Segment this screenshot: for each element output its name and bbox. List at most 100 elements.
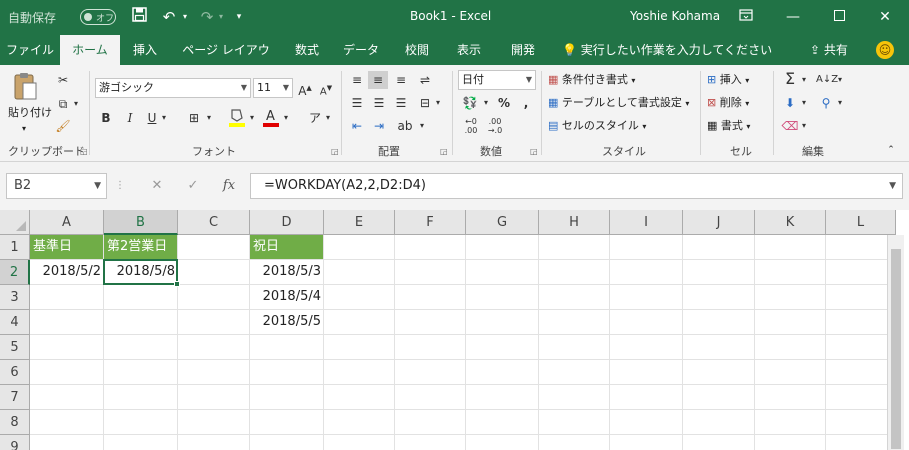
column-header-l[interactable]: L xyxy=(826,210,896,235)
cell-g9[interactable] xyxy=(466,435,539,450)
accounting-dropdown-icon[interactable]: ▾ xyxy=(482,94,490,112)
alignment-dialog-launcher-icon[interactable]: ◲ xyxy=(440,147,448,156)
confirm-entry-icon[interactable]: ✓ xyxy=(184,173,202,199)
fill-dropdown-icon[interactable]: ▾ xyxy=(800,94,808,112)
cell-b5[interactable] xyxy=(104,335,178,360)
row-header-4[interactable]: 4 xyxy=(0,310,30,335)
clipboard-dialog-launcher-icon[interactable]: ◲ xyxy=(80,147,88,156)
find-select-icon[interactable]: ⚲ xyxy=(816,94,836,112)
autosum-icon[interactable]: Σ xyxy=(780,70,800,88)
underline-icon[interactable]: U xyxy=(144,109,160,127)
cell-k5[interactable] xyxy=(755,335,826,360)
cell-a2[interactable]: 2018/5/2 xyxy=(30,260,104,285)
align-top-icon[interactable]: ≡ xyxy=(348,71,366,89)
cell-a8[interactable] xyxy=(30,410,104,435)
cell-e8[interactable] xyxy=(324,410,395,435)
cell-l2[interactable] xyxy=(826,260,896,285)
cell-f4[interactable] xyxy=(395,310,466,335)
row-header-7[interactable]: 7 xyxy=(0,385,30,410)
cell-e5[interactable] xyxy=(324,335,395,360)
cell-j8[interactable] xyxy=(683,410,755,435)
tell-me-search[interactable]: 💡 実行したい作業を入力してください xyxy=(562,35,772,65)
autosum-dropdown-icon[interactable]: ▾ xyxy=(800,71,808,89)
cell-g5[interactable] xyxy=(466,335,539,360)
cell-g6[interactable] xyxy=(466,360,539,385)
column-header-b[interactable]: B xyxy=(104,210,178,235)
cell-j7[interactable] xyxy=(683,385,755,410)
cell-e3[interactable] xyxy=(324,285,395,310)
tab-page-layout[interactable]: ページ レイアウト xyxy=(178,35,274,87)
comma-style-icon[interactable]: , xyxy=(518,94,534,112)
paste-button[interactable]: 貼り付け xyxy=(8,105,52,121)
cell-g1[interactable] xyxy=(466,235,539,260)
cell-i4[interactable] xyxy=(610,310,683,335)
tab-review[interactable]: 校閲 xyxy=(394,35,440,65)
decrease-font-size-icon[interactable]: A▼ xyxy=(318,79,334,101)
row-header-9[interactable]: 9 xyxy=(0,435,30,450)
tab-insert[interactable]: 挿入 xyxy=(122,35,168,65)
cell-b6[interactable] xyxy=(104,360,178,385)
undo-icon[interactable]: ↶ xyxy=(158,7,180,27)
font-color-dropdown-icon[interactable]: ▾ xyxy=(282,109,290,127)
merge-center-icon[interactable]: ⊟ xyxy=(416,94,434,112)
font-dialog-launcher-icon[interactable]: ◲ xyxy=(331,147,339,156)
cell-c8[interactable] xyxy=(178,410,250,435)
cell-j1[interactable] xyxy=(683,235,755,260)
cell-c7[interactable] xyxy=(178,385,250,410)
row-header-1[interactable]: 1 xyxy=(0,235,30,260)
insert-cells-button[interactable]: ⊞ 挿入 ▾ xyxy=(707,72,749,89)
tab-view[interactable]: 表示 xyxy=(446,35,492,65)
cell-l5[interactable] xyxy=(826,335,896,360)
cell-f1[interactable] xyxy=(395,235,466,260)
cell-d1[interactable]: 祝日 xyxy=(250,235,324,260)
cell-f7[interactable] xyxy=(395,385,466,410)
cell-a9[interactable] xyxy=(30,435,104,450)
customize-qat-icon[interactable]: ▾ xyxy=(232,7,246,27)
accounting-format-icon[interactable]: 💱 xyxy=(460,94,480,112)
fill-down-icon[interactable]: ⬇ xyxy=(780,94,800,112)
cell-g3[interactable] xyxy=(466,285,539,310)
cell-i7[interactable] xyxy=(610,385,683,410)
cell-b1[interactable]: 第2営業日 xyxy=(104,235,178,260)
cell-c5[interactable] xyxy=(178,335,250,360)
cell-c3[interactable] xyxy=(178,285,250,310)
cell-h6[interactable] xyxy=(539,360,610,385)
cell-f6[interactable] xyxy=(395,360,466,385)
clear-dropdown-icon[interactable]: ▾ xyxy=(800,117,808,135)
maximize-icon[interactable] xyxy=(824,5,854,29)
cell-k8[interactable] xyxy=(755,410,826,435)
cell-j3[interactable] xyxy=(683,285,755,310)
cell-h1[interactable] xyxy=(539,235,610,260)
cell-g2[interactable] xyxy=(466,260,539,285)
cell-f5[interactable] xyxy=(395,335,466,360)
cell-c6[interactable] xyxy=(178,360,250,385)
align-left-icon[interactable]: ☰ xyxy=(348,94,366,112)
select-all-button[interactable] xyxy=(0,210,30,235)
align-middle-icon[interactable]: ≡ xyxy=(368,71,388,89)
cell-d5[interactable] xyxy=(250,335,324,360)
copy-dropdown-icon[interactable]: ▾ xyxy=(72,95,80,113)
cell-a5[interactable] xyxy=(30,335,104,360)
column-header-c[interactable]: C xyxy=(178,210,250,235)
cell-d7[interactable] xyxy=(250,385,324,410)
cell-h3[interactable] xyxy=(539,285,610,310)
cell-i8[interactable] xyxy=(610,410,683,435)
expand-formula-bar-icon[interactable]: ▼ xyxy=(889,174,896,198)
cell-k9[interactable] xyxy=(755,435,826,450)
tab-data[interactable]: データ xyxy=(338,35,384,65)
row-header-3[interactable]: 3 xyxy=(0,285,30,310)
cell-d9[interactable] xyxy=(250,435,324,450)
cell-k1[interactable] xyxy=(755,235,826,260)
cell-d2[interactable]: 2018/5/3 xyxy=(250,260,324,285)
cell-c2[interactable] xyxy=(178,260,250,285)
cell-e9[interactable] xyxy=(324,435,395,450)
cell-l7[interactable] xyxy=(826,385,896,410)
cell-d8[interactable] xyxy=(250,410,324,435)
cell-k2[interactable] xyxy=(755,260,826,285)
sort-filter-icon[interactable]: A↓Z xyxy=(816,71,838,89)
cell-l6[interactable] xyxy=(826,360,896,385)
cell-k6[interactable] xyxy=(755,360,826,385)
cancel-entry-icon[interactable]: ✕ xyxy=(148,173,166,199)
cell-l1[interactable] xyxy=(826,235,896,260)
phonetic-dropdown-icon[interactable]: ▾ xyxy=(324,109,332,127)
